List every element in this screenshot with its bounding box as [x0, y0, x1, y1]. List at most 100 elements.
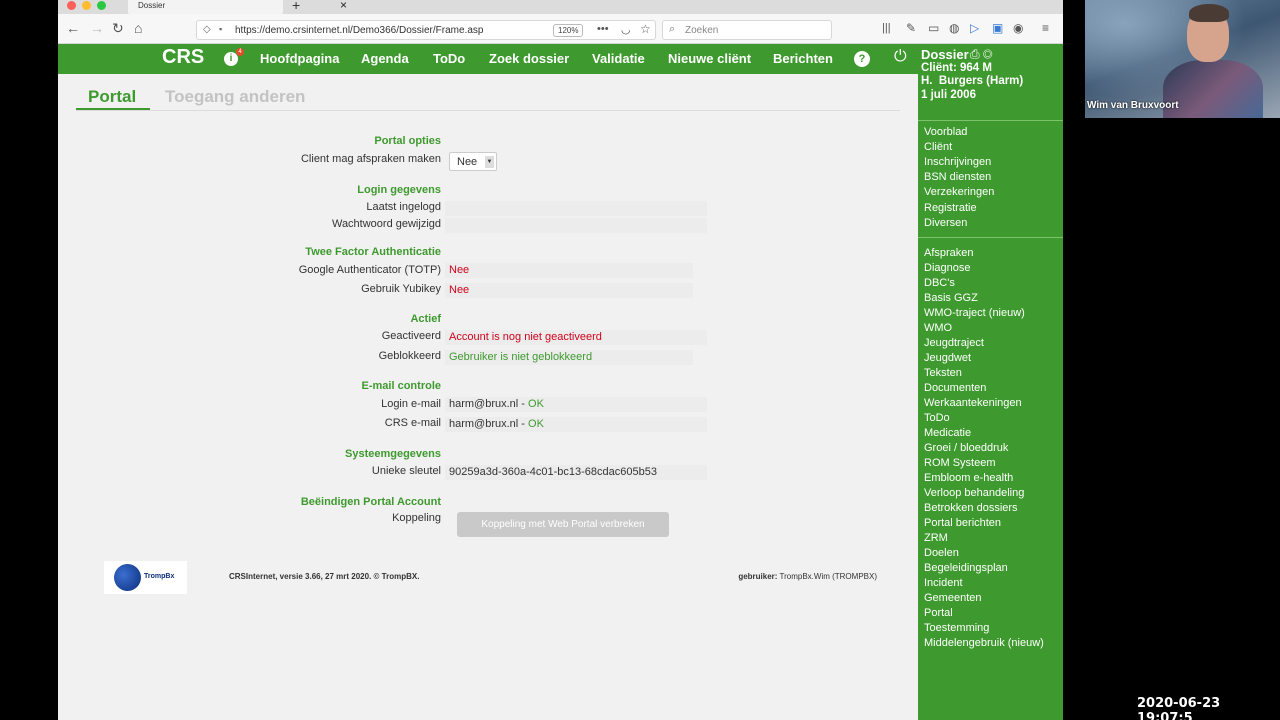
- pocket-icon[interactable]: ◡: [621, 23, 631, 36]
- menu-agenda[interactable]: Agenda: [361, 51, 409, 66]
- sidebar-item[interactable]: Middelengebruik (nieuw): [924, 637, 1044, 649]
- sidebar-item[interactable]: Verloop behandeling: [924, 487, 1024, 499]
- sidebar-item[interactable]: Registratie: [924, 202, 977, 214]
- login-email-label: Login e-mail: [381, 398, 441, 410]
- sidebar-item[interactable]: Betrokken dossiers: [924, 502, 1018, 514]
- sidebar-item[interactable]: Jeugdtraject: [924, 337, 984, 349]
- sidebar-item[interactable]: Inschrijvingen: [924, 156, 991, 168]
- power-icon[interactable]: ⏻: [894, 48, 907, 66]
- zoom-badge[interactable]: 120%: [553, 24, 584, 37]
- sidebar-item[interactable]: Portal berichten: [924, 517, 1001, 529]
- sidebar-item[interactable]: Begeleidingsplan: [924, 562, 1008, 574]
- sidebar-item[interactable]: Cliënt: [924, 141, 952, 153]
- address-bar[interactable]: ◇ ▪ https://demo.crsinternet.nl/Demo366/…: [196, 20, 656, 40]
- back-icon[interactable]: ←: [66, 20, 80, 36]
- forward-icon[interactable]: →: [90, 20, 104, 36]
- menu-zoek-dossier[interactable]: Zoek dossier: [489, 51, 569, 66]
- close-window-button[interactable]: [67, 1, 76, 10]
- maximize-window-button[interactable]: [97, 1, 106, 10]
- sidebar-item[interactable]: Documenten: [924, 382, 986, 394]
- sidebar-icon[interactable]: ▭: [928, 21, 939, 35]
- tools-icon[interactable]: ✎: [906, 21, 916, 35]
- shield-extension-icon[interactable]: ▣: [992, 21, 1003, 35]
- new-tab-icon[interactable]: +: [292, 0, 300, 13]
- afspraken-select[interactable]: Nee ▼: [449, 152, 497, 171]
- bookmark-star-icon[interactable]: ☆: [640, 22, 651, 36]
- sidebar-client-name: H. Burgers (Harm): [921, 75, 1024, 87]
- sidebar-item[interactable]: Groei / bloeddruk: [924, 442, 1008, 454]
- help-icon[interactable]: ?: [854, 51, 870, 67]
- more-icon[interactable]: •••: [597, 23, 609, 35]
- footer-user: gebruiker: TrompBx.Wim (TROMPBX): [738, 572, 877, 581]
- footer-version: CRSInternet, versie 3.66, 27 mrt 2020. ©…: [229, 572, 420, 581]
- sidebar-item[interactable]: ZRM: [924, 532, 948, 544]
- play-icon[interactable]: ▷: [970, 21, 979, 35]
- tab-toegang-anderen[interactable]: Toegang anderen: [165, 87, 305, 107]
- sidebar-item[interactable]: Voorblad: [924, 126, 967, 138]
- sidebar-item[interactable]: Diagnose: [924, 262, 970, 274]
- reload-icon[interactable]: ↻: [112, 20, 124, 37]
- sidebar-item[interactable]: Diversen: [924, 217, 967, 229]
- laatst-ingelogd-value: [445, 201, 707, 216]
- sidebar-item[interactable]: BSN diensten: [924, 171, 991, 183]
- browser-tab[interactable]: Dossier ×: [128, 0, 347, 14]
- wachtwoord-gewijzigd-label: Wachtwoord gewijzigd: [331, 218, 441, 230]
- print-icon[interactable]: ⎙: [970, 47, 980, 61]
- crs-email-address: harm@brux.nl: [449, 418, 519, 430]
- menu-berichten[interactable]: Berichten: [773, 51, 833, 66]
- menu-nieuwe-client[interactable]: Nieuwe cliënt: [668, 51, 751, 66]
- sidebar-item[interactable]: Incident: [924, 577, 963, 589]
- sidebar-item[interactable]: Teksten: [924, 367, 962, 379]
- sidebar-item[interactable]: Embloom e-health: [924, 472, 1013, 484]
- sidebar-item[interactable]: Doelen: [924, 547, 959, 559]
- sidebar-item[interactable]: WMO: [924, 322, 952, 334]
- hamburger-menu-icon[interactable]: ≡: [1042, 21, 1049, 35]
- unlink-portal-button[interactable]: Koppeling met Web Portal verbreken: [457, 512, 669, 537]
- minimize-window-button[interactable]: [82, 1, 91, 10]
- sidebar-item[interactable]: Medicatie: [924, 427, 971, 439]
- sidebar-client-birthdate: 1 juli 2006: [921, 89, 976, 101]
- extension-icon[interactable]: ◍: [949, 21, 959, 35]
- section-email-controle: E-mail controle: [361, 380, 441, 392]
- search-input[interactable]: ⌕ Zoeken: [662, 20, 832, 40]
- sidebar-item[interactable]: Jeugdwet: [924, 352, 971, 364]
- sidebar-item[interactable]: Gemeenten: [924, 592, 981, 604]
- hide-icon[interactable]: ◎: [983, 47, 993, 61]
- account-icon[interactable]: ◉: [1013, 21, 1023, 35]
- tabs-divider: [76, 110, 900, 111]
- sidebar-item[interactable]: Afspraken: [924, 247, 974, 259]
- yubikey-value: Nee: [445, 283, 693, 298]
- crs-email-separator: -: [518, 418, 529, 430]
- koppeling-label: Koppeling: [392, 512, 441, 524]
- dossier-sidebar: Dossier ⎙ ◎ Cliënt: 964 M H. Burgers (Ha…: [918, 44, 1063, 720]
- sidebar-item[interactable]: Werkaantekeningen: [924, 397, 1022, 409]
- close-tab-icon[interactable]: ×: [340, 0, 347, 12]
- menu-todo[interactable]: ToDo: [433, 51, 465, 66]
- menu-hoofdpagina[interactable]: Hoofdpagina: [260, 51, 339, 66]
- crs-email-label: CRS e-mail: [384, 417, 441, 429]
- section-portal-opties: Portal opties: [374, 135, 441, 147]
- wachtwoord-gewijzigd-value: [445, 218, 707, 233]
- sidebar-item[interactable]: Portal: [924, 607, 953, 619]
- sidebar-header-icons: ⎙ ◎: [970, 47, 992, 62]
- browser-toolbar: ← → ↻ ⌂ ◇ ▪ https://demo.crsinternet.nl/…: [58, 14, 1063, 44]
- menu-validatie[interactable]: Validatie: [592, 51, 645, 66]
- home-icon[interactable]: ⌂: [134, 20, 142, 36]
- sidebar-item[interactable]: WMO-traject (nieuw): [924, 307, 1025, 319]
- sidebar-item[interactable]: ToDo: [924, 412, 950, 424]
- section-twee-factor: Twee Factor Authenticatie: [305, 246, 441, 258]
- tab-portal[interactable]: Portal: [88, 87, 136, 107]
- notification-badge: 4: [236, 48, 244, 56]
- sidebar-item[interactable]: Verzekeringen: [924, 186, 994, 198]
- section-beeindigen-portal: Beëindigen Portal Account: [300, 496, 441, 508]
- webcam-video: Wim van Bruxvoort: [1085, 0, 1280, 118]
- crs-logo[interactable]: CRS: [162, 46, 204, 69]
- shield-icon: ◇: [203, 24, 211, 35]
- geblokkeerd-label: Geblokkeerd: [378, 350, 441, 362]
- sidebar-item[interactable]: DBC's: [924, 277, 955, 289]
- sidebar-item[interactable]: ROM Systeem: [924, 457, 996, 469]
- library-icon[interactable]: |||: [882, 22, 891, 34]
- sidebar-item[interactable]: Basis GGZ: [924, 292, 978, 304]
- sidebar-item[interactable]: Toestemming: [924, 622, 989, 634]
- yubikey-label: Gebruik Yubikey: [361, 283, 441, 295]
